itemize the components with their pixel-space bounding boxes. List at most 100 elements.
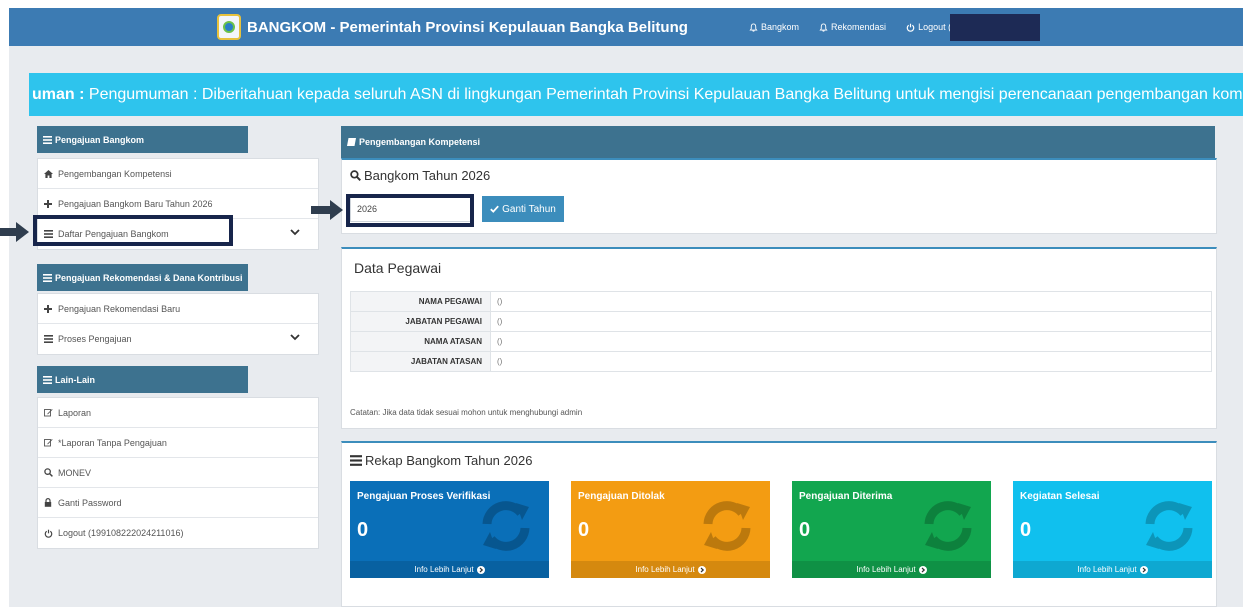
list-icon [43,135,52,144]
power-icon [906,23,915,32]
card-ditolak: Pengajuan Ditolak 0 Info Lebih Lanjut [571,481,770,578]
card-footer-label: Info Lebih Lanjut [1077,565,1137,574]
table-value: () [490,351,1212,372]
card-kegiatan-selesai: Kegiatan Selesai 0 Info Lebih Lanjut [1013,481,1212,578]
sidebar-item-rekomendasi-baru[interactable]: Pengajuan Rekomendasi Baru [38,294,318,324]
card-count: 0 [799,519,811,541]
chevron-down-icon[interactable] [290,229,300,236]
table-value: () [490,291,1212,312]
card-footer-label: Info Lebih Lanjut [414,565,474,574]
arrow-circle-right-icon [1139,565,1148,574]
card-count: 0 [578,519,590,541]
card-label: Pengajuan Proses Verifikasi [357,491,491,502]
nav-rekomendasi[interactable]: Rekomendasi [819,22,886,32]
redacted-username [950,14,1040,41]
employee-panel-title: Data Pegawai [354,260,442,276]
card-diterima: Pengajuan Diterima 0 Info Lebih Lanjut [792,481,991,578]
sidebar-item-monev[interactable]: MONEV [38,458,318,488]
announcement-prefix: uman : [32,86,89,103]
refresh-icon [482,501,530,551]
sidebar-item-proses-pengajuan[interactable]: Proses Pengajuan [38,324,318,354]
sidebar-header-bangkom: Pengajuan Bangkom [37,126,248,153]
list-icon [43,273,52,282]
ganti-tahun-label: Ganti Tahun [502,203,556,215]
announcement-text: Pengumuman : Diberitahuan kepada seluruh… [88,86,1243,103]
brand[interactable]: BANGKOM - Pemerintah Provinsi Kepulauan … [217,13,688,41]
sidebar-item-label: MONEV [58,467,92,478]
nav-logout[interactable]: Logout ( [906,22,951,32]
highlight-year-input [346,194,474,227]
sidebar-item-logout[interactable]: Logout (199108222024211016) [38,518,318,548]
refresh-icon [924,501,972,551]
sidebar-item-label: Laporan [58,407,92,418]
table-key: NAMA PEGAWAI [350,291,491,312]
card-more-info-link[interactable]: Info Lebih Lanjut [571,561,770,578]
sidebar-header-label: Lain-Lain [55,374,95,385]
card-label: Pengajuan Ditolak [578,491,665,502]
main-header-label: Pengembangan Kompetensi [359,137,481,147]
top-nav: Bangkom Rekomendasi Logout ( [749,8,971,46]
employee-note: Catatan: Jika data tidak sesuai mohon un… [350,408,583,417]
table-row: NAMA ATASAN() [350,331,1212,352]
search-icon [350,170,361,181]
refresh-icon [703,501,751,551]
chevron-down-icon[interactable] [290,334,300,341]
sidebar-item-label: Logout (199108222024211016) [58,528,184,538]
table-value: () [490,311,1212,332]
sidebar-item-label: Pengajuan Bangkom Baru Tahun 2026 [58,198,213,209]
card-more-info-link[interactable]: Info Lebih Lanjut [1013,561,1212,578]
year-panel-title: Bangkom Tahun 2026 [350,168,490,183]
table-row: JABATAN PEGAWAI() [350,311,1212,332]
card-label: Kegiatan Selesai [1020,491,1100,502]
sidebar-item-label: Proses Pengajuan [58,334,132,344]
table-key: JABATAN PEGAWAI [350,311,491,332]
app-window: BANGKOM - Pemerintah Provinsi Kepulauan … [9,8,1243,607]
book-icon [347,138,356,146]
annotation-arrow-icon [311,200,343,220]
sidebar-item-laporan[interactable]: Laporan [38,398,318,428]
list-icon [44,335,56,343]
sidebar-header-lain-lain: Lain-Lain [37,366,248,393]
plus-icon [44,304,56,313]
sidebar-list-rekomendasi: Pengajuan Rekomendasi Baru Proses Pengaj… [37,293,319,355]
sidebar-item-laporan-tanpa-pengajuan[interactable]: *Laporan Tanpa Pengajuan [38,428,318,458]
nav-label: Logout ( [918,22,952,32]
bell-icon [819,22,828,32]
sidebar-item-label: *Laporan Tanpa Pengajuan [58,437,167,448]
sidebar-header-label: Pengajuan Bangkom [55,134,145,145]
sidebar-item-pengembangan-kompetensi[interactable]: Pengembangan Kompetensi [38,159,318,189]
employee-panel: Data Pegawai NAMA PEGAWAI() JABATAN PEGA… [341,247,1217,429]
annotation-arrow-icon [0,222,29,242]
list-icon [43,375,52,384]
sidebar-header-label: Pengajuan Rekomendasi & Dana Kontribusi [55,272,243,283]
nav-bangkom[interactable]: Bangkom [749,22,799,32]
sidebar-item-label: Pengajuan Rekomendasi Baru [58,303,181,314]
sidebar-item-label: Ganti Password [58,497,122,508]
card-footer-label: Info Lebih Lanjut [856,565,916,574]
card-more-info-link[interactable]: Info Lebih Lanjut [792,561,991,578]
sidebar-item-label: Pengembangan Kompetensi [58,168,172,179]
table-row: NAMA PEGAWAI() [350,291,1212,312]
card-footer-label: Info Lebih Lanjut [635,565,695,574]
table-key: NAMA ATASAN [350,331,491,352]
card-label: Pengajuan Diterima [799,491,893,502]
card-more-info-link[interactable]: Info Lebih Lanjut [350,561,549,578]
employee-table: NAMA PEGAWAI() JABATAN PEGAWAI() NAMA AT… [350,291,1212,372]
recap-panel: Rekap Bangkom Tahun 2026 Pengajuan Prose… [341,441,1217,607]
edit-icon [44,408,56,417]
arrow-circle-right-icon [476,565,485,574]
bell-icon [749,22,758,32]
card-count: 0 [357,519,369,541]
home-icon [44,169,56,178]
edit-icon [44,438,56,447]
sidebar-item-ganti-password[interactable]: Ganti Password [38,488,318,518]
top-navbar: BANGKOM - Pemerintah Provinsi Kepulauan … [9,8,1243,46]
search-icon [44,468,56,477]
sidebar-list-lain-lain: Laporan *Laporan Tanpa Pengajuan MONEV G… [37,397,319,549]
table-key: JABATAN ATASAN [350,351,491,372]
ganti-tahun-button[interactable]: Ganti Tahun [482,196,564,222]
province-logo-icon [217,14,241,40]
lock-icon [44,498,56,507]
arrow-circle-right-icon [697,565,706,574]
year-panel-title-text: Bangkom Tahun 2026 [364,168,491,183]
